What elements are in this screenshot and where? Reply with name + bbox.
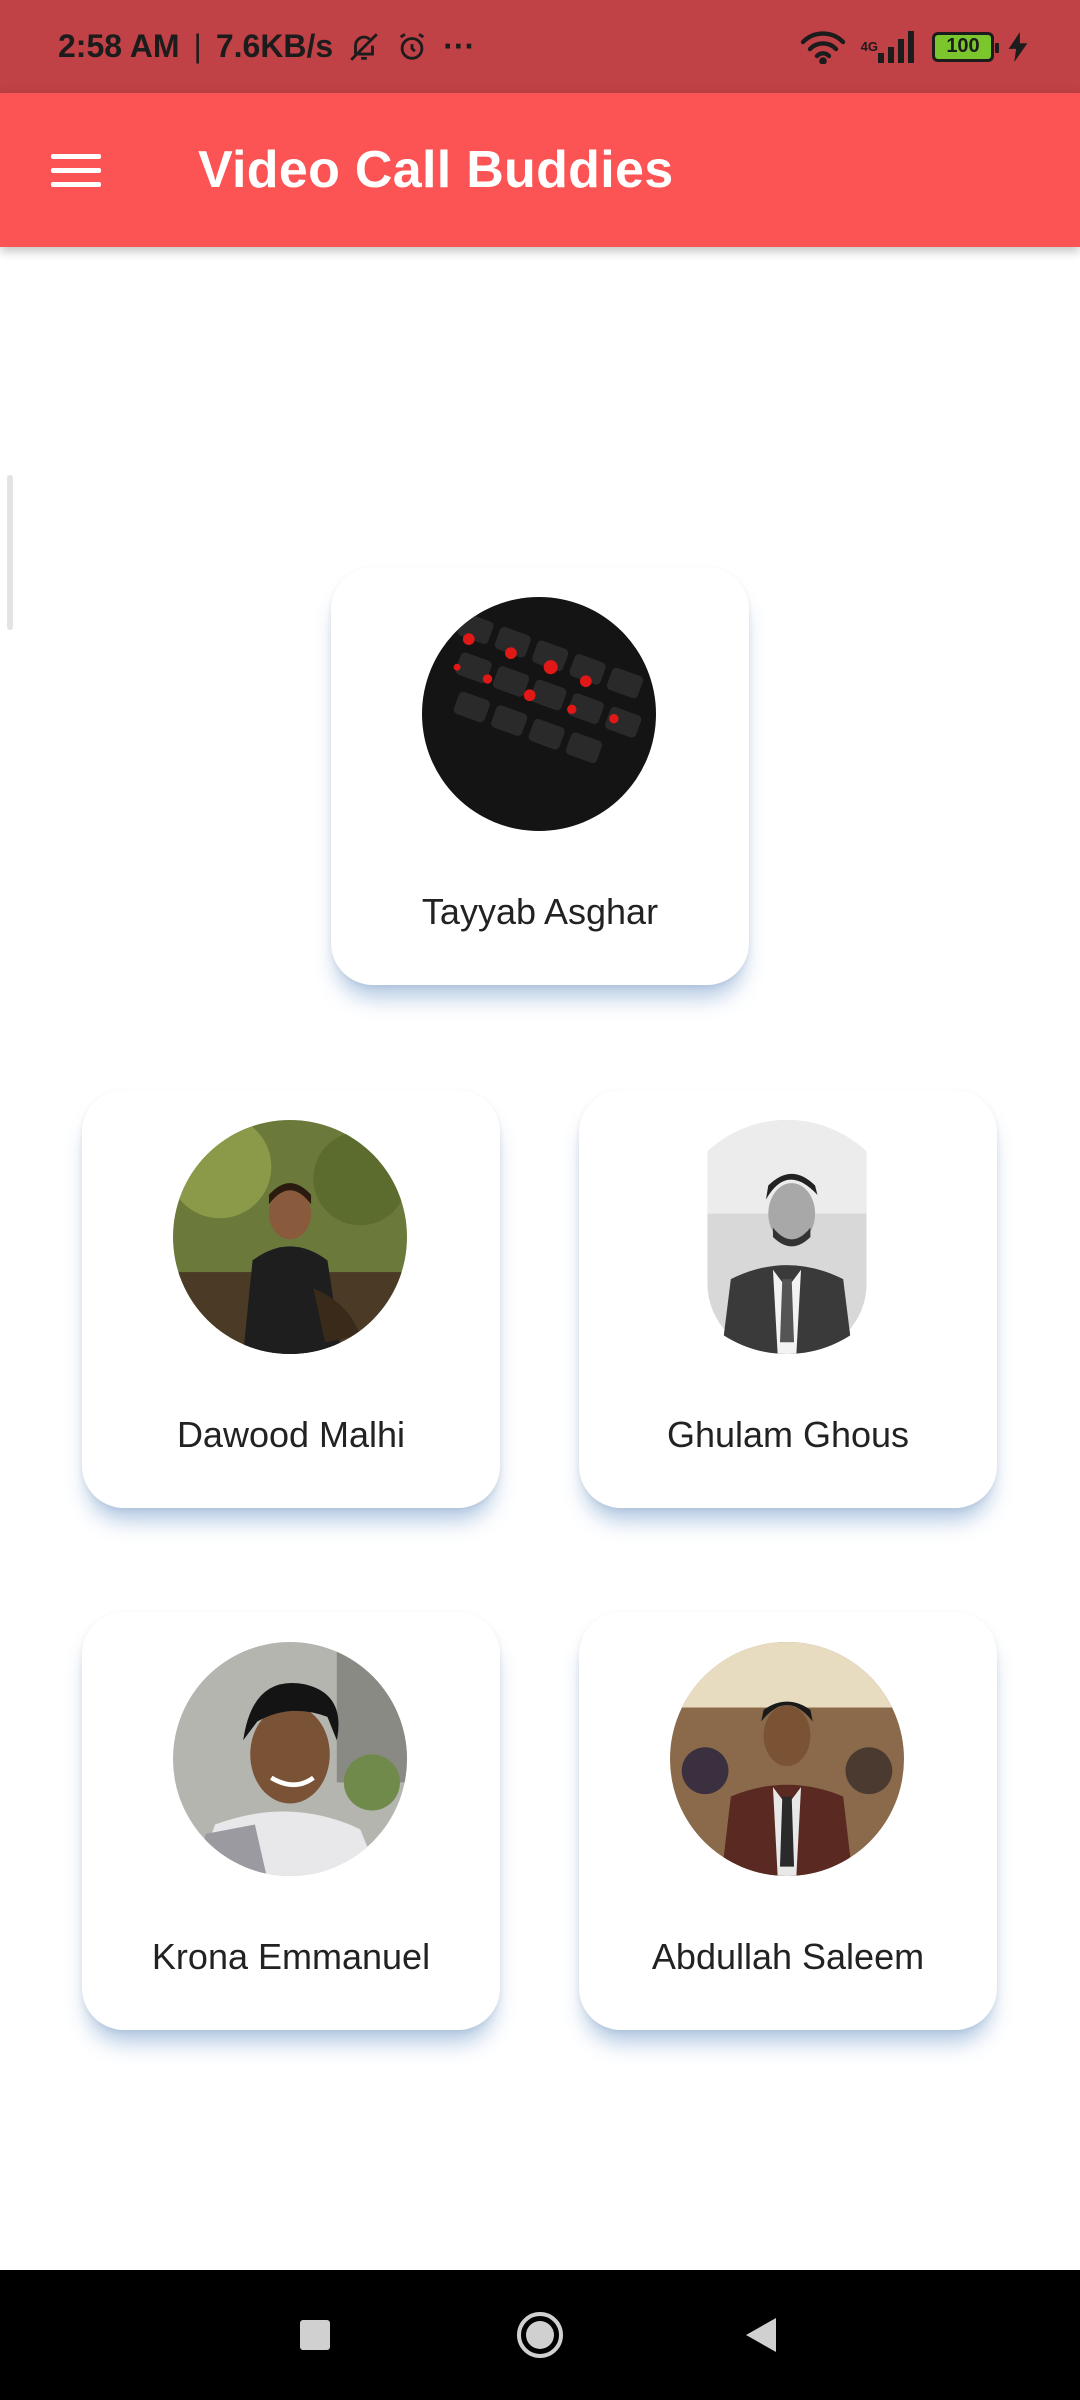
buddy-card-ghulam-ghous[interactable]: Ghulam Ghous — [579, 1090, 997, 1508]
app-title: Video Call Buddies — [198, 141, 674, 199]
buddy-name: Abdullah Saleem — [651, 1936, 925, 1977]
man-outdoors-photo — [173, 1120, 407, 1354]
hamburger-menu-icon[interactable] — [42, 138, 110, 202]
keyboard-red-backlight-photo — [422, 597, 656, 831]
charging-bolt-icon — [1008, 31, 1028, 62]
avatar — [173, 1120, 407, 1354]
battery-indicator: 100 — [932, 31, 999, 62]
bell-muted-icon — [347, 30, 381, 64]
scroll-indicator — [7, 475, 13, 630]
cellular-signal-icon: 4G — [860, 30, 918, 63]
status-bar: 2:58 AM | 7.6KB/s ··· 4G 100 — [0, 0, 1080, 93]
buddy-name: Dawood Malhi — [176, 1414, 406, 1455]
status-time: 2:58 AM — [58, 28, 180, 64]
buddy-card-krona-emmanuel[interactable]: Krona Emmanuel — [82, 1612, 500, 2030]
app-bar: Video Call Buddies — [0, 93, 1080, 247]
buddy-name: Tayyab Asghar — [421, 891, 659, 932]
buddy-name: Ghulam Ghous — [666, 1414, 910, 1455]
avatar — [422, 597, 656, 831]
avatar — [670, 1642, 904, 1876]
status-bar-right: 4G 100 — [799, 0, 1028, 93]
more-notifications-icon: ··· — [443, 28, 476, 64]
square-recents-icon[interactable] — [275, 2270, 355, 2400]
alarm-clock-icon — [395, 30, 429, 64]
wifi-icon — [799, 30, 847, 64]
avatar — [173, 1642, 407, 1876]
status-separator: | — [193, 28, 202, 64]
network-type-label: 4G — [860, 38, 878, 54]
status-bar-left: 2:58 AM | 7.6KB/s ··· — [58, 0, 475, 93]
avatar — [670, 1120, 904, 1354]
man-in-suit-bw-photo — [670, 1120, 904, 1354]
triangle-back-icon[interactable] — [720, 2270, 800, 2400]
man-in-suit-event-photo — [670, 1642, 904, 1876]
navigation-bar — [0, 2270, 1080, 2400]
buddy-name: Krona Emmanuel — [151, 1936, 431, 1977]
buddy-card-tayyab-asghar[interactable]: Tayyab Asghar — [331, 567, 749, 985]
buddy-card-dawood-malhi[interactable]: Dawood Malhi — [82, 1090, 500, 1508]
buddy-card-abdullah-saleem[interactable]: Abdullah Saleem — [579, 1612, 997, 2030]
man-smiling-photo — [173, 1642, 407, 1876]
circle-home-icon[interactable] — [500, 2270, 580, 2400]
network-speed: 7.6KB/s — [215, 28, 334, 64]
